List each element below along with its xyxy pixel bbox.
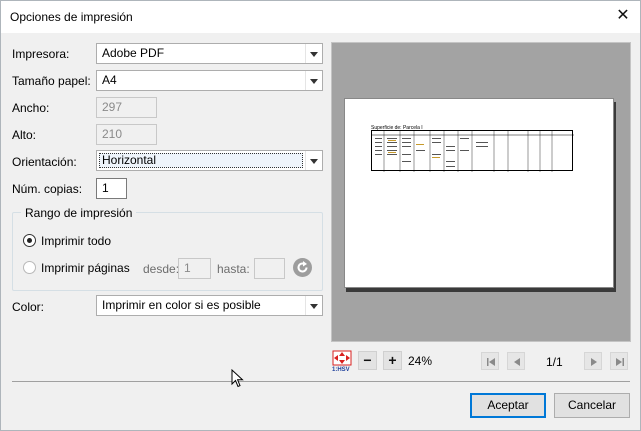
height-label: Alto:	[12, 128, 37, 142]
print-all-radio[interactable]	[23, 234, 36, 247]
chevron-down-icon[interactable]	[305, 296, 322, 315]
paper-size-value: A4	[102, 73, 117, 87]
preview-table	[371, 130, 574, 172]
last-page-icon[interactable]	[610, 352, 628, 370]
radio-selected-dot	[27, 238, 32, 243]
to-label: hasta:	[217, 262, 250, 276]
print-options-dialog: Opciones de impresión ✕ Impresora: Adobe…	[0, 0, 641, 431]
accept-button[interactable]: Aceptar	[470, 393, 546, 418]
printer-select[interactable]: Adobe PDF	[96, 43, 323, 64]
prev-page-icon[interactable]	[507, 352, 525, 370]
title-bar: Opciones de impresión ✕	[1, 1, 640, 33]
print-all-label[interactable]: Imprimir todo	[41, 234, 111, 248]
paper-size-select[interactable]: A4	[96, 70, 323, 91]
chevron-down-icon[interactable]	[305, 71, 322, 90]
chevron-down-icon[interactable]	[305, 151, 322, 170]
width-label: Ancho:	[12, 101, 50, 115]
zoom-level: 24%	[408, 354, 433, 368]
from-label: desde:	[143, 262, 180, 276]
height-field: 210	[96, 124, 157, 145]
chevron-down-icon[interactable]	[305, 44, 322, 63]
preview-table-lines	[372, 131, 574, 172]
print-pages-radio[interactable]	[23, 261, 36, 274]
printer-label: Impresora:	[12, 47, 70, 61]
print-range-title: Rango de impresión	[21, 206, 137, 220]
window-title: Opciones de impresión	[10, 10, 133, 24]
close-icon[interactable]: ✕	[614, 7, 632, 25]
print-range-group	[12, 212, 323, 291]
first-page-icon[interactable]	[481, 352, 499, 370]
footer-separator	[12, 381, 630, 382]
color-select[interactable]: Imprimir en color si es posible	[96, 295, 323, 316]
scale-label: 1:HSV	[332, 367, 350, 373]
copies-label: Núm. copias:	[12, 182, 83, 196]
orientation-label: Orientación:	[12, 155, 77, 169]
zoom-in-button[interactable]: +	[383, 351, 402, 370]
copies-input[interactable]: 1	[96, 178, 127, 199]
cancel-button[interactable]: Cancelar	[554, 393, 630, 418]
color-label: Color:	[12, 300, 45, 314]
from-field: 1	[178, 258, 211, 279]
zoom-out-button[interactable]: −	[358, 351, 377, 370]
to-field	[254, 258, 285, 279]
paper-size-label: Tamaño papel:	[12, 74, 91, 88]
width-field: 297	[96, 97, 157, 118]
printer-value: Adobe PDF	[102, 46, 165, 60]
orientation-value: Horizontal	[102, 153, 157, 167]
mouse-cursor-icon	[231, 368, 245, 392]
orientation-select[interactable]: Horizontal	[96, 150, 323, 171]
page-indicator: 1/1	[546, 355, 563, 369]
print-pages-label[interactable]: Imprimir páginas	[41, 261, 130, 275]
next-page-icon[interactable]	[584, 352, 602, 370]
refresh-icon[interactable]	[293, 258, 312, 277]
color-value: Imprimir en color si es posible	[102, 298, 261, 312]
